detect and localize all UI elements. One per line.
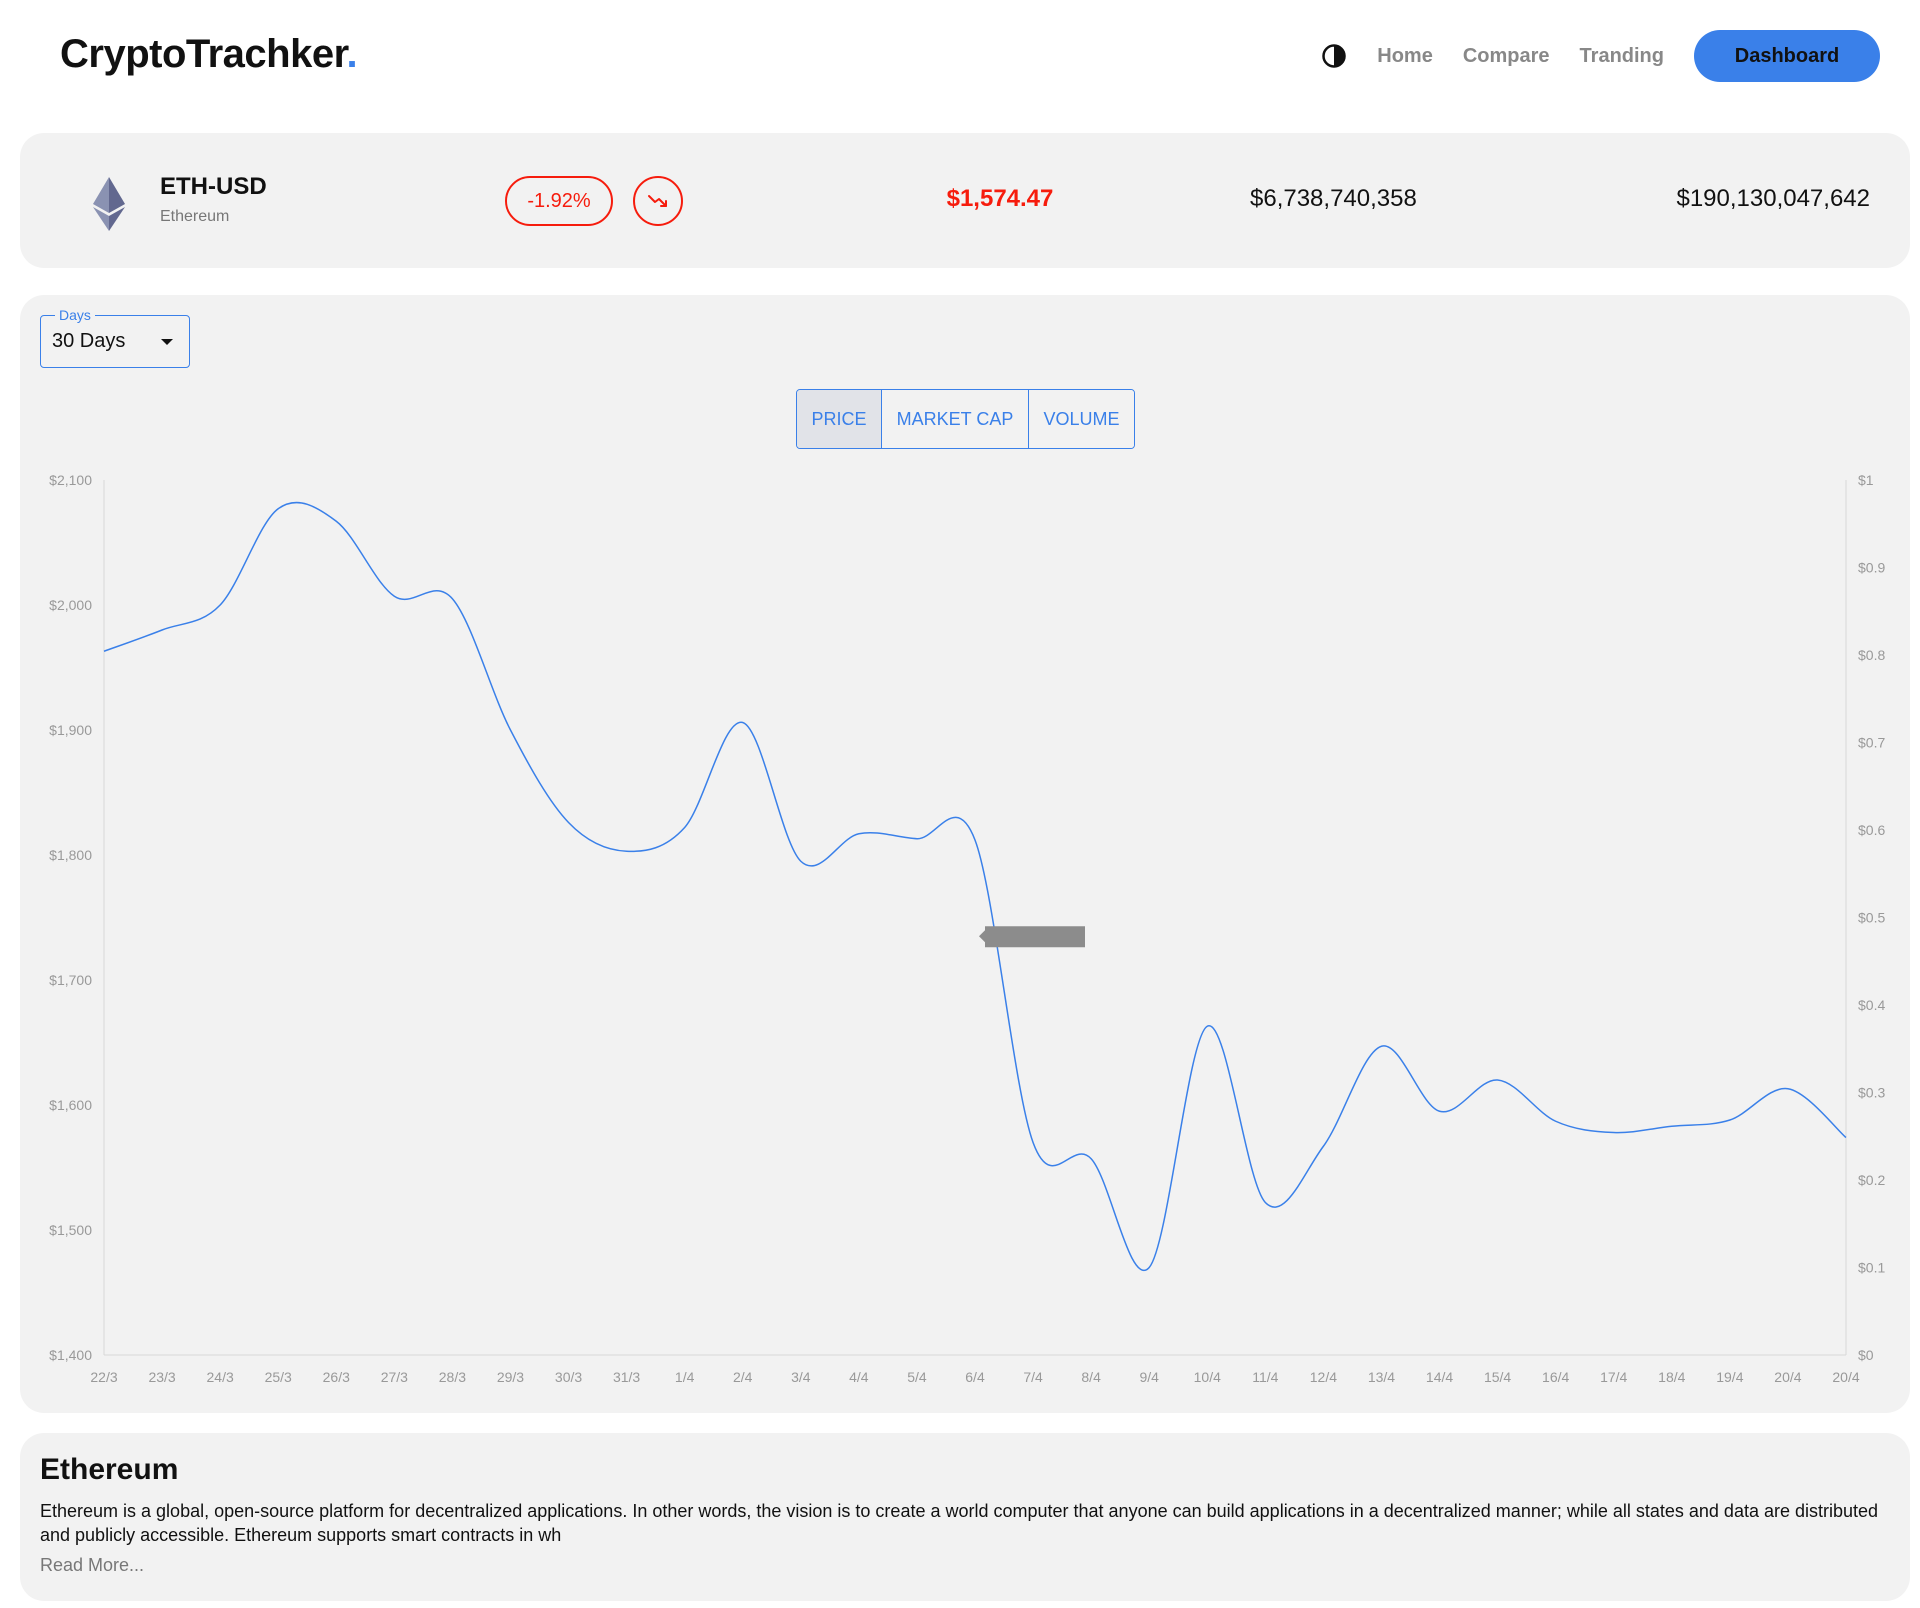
x-tick-label: 22/3 — [90, 1369, 117, 1385]
x-tick-label: 5/4 — [907, 1369, 927, 1385]
trending-down-icon — [648, 195, 667, 207]
y-tick-left-label: $2,000 — [49, 597, 92, 613]
x-tick-label: 14/4 — [1426, 1369, 1453, 1385]
coin-ticker: ETH-USD — [160, 173, 267, 200]
market-cap: $190,130,047,642 — [1676, 185, 1870, 212]
x-tick-label: 24/3 — [207, 1369, 234, 1385]
total-volume: $6,738,740,358 — [1250, 185, 1417, 212]
nav-home-link[interactable]: Home — [1377, 45, 1433, 68]
nav-tranding-link[interactable]: Tranding — [1580, 45, 1664, 68]
y-tick-right-label: $0.2 — [1858, 1172, 1885, 1188]
x-tick-label: 8/4 — [1081, 1369, 1101, 1385]
x-tick-label: 20/4 — [1774, 1369, 1801, 1385]
y-tick-right-label: $0.1 — [1858, 1260, 1885, 1276]
logo-text: CryptoTrachker — [60, 32, 347, 76]
y-tick-right-label: $0.3 — [1858, 1085, 1885, 1101]
x-tick-label: 29/3 — [497, 1369, 524, 1385]
description-text: Ethereum is a global, open-source platfo… — [40, 1501, 1879, 1545]
x-tick-label: 16/4 — [1542, 1369, 1569, 1385]
current-price: $1,574.47 — [946, 185, 1054, 212]
x-tick-label: 18/4 — [1658, 1369, 1685, 1385]
app-logo[interactable]: CryptoTrachker. — [60, 32, 358, 77]
chart-tooltip — [985, 926, 1085, 948]
x-tick-label: 3/4 — [791, 1369, 811, 1385]
x-tick-label: 20/4 — [1832, 1369, 1859, 1385]
price-line-chart[interactable]: $2,100 $2,000 $1,900 $1,800 $1,700 $1,600 $1,5… — [20, 295, 1910, 1413]
x-tick-label: 6/4 — [965, 1369, 985, 1385]
top-navbar: CryptoTrachker. Home Compare Tranding Da… — [0, 0, 1920, 116]
y-tick-left-label: $1,800 — [49, 847, 92, 863]
x-tick-label: 27/3 — [381, 1369, 408, 1385]
coin-info-card: ETH-USD Ethereum -1.92% $1,574.47 $6,738… — [20, 133, 1910, 268]
x-tick-label: 11/4 — [1252, 1369, 1278, 1385]
tooltip-pointer — [979, 930, 985, 943]
coin-name: Ethereum — [160, 208, 230, 225]
y-tick-left-label: $1,400 — [49, 1347, 92, 1363]
x-tick-label: 13/4 — [1368, 1369, 1395, 1385]
y-tick-right-label: $0.6 — [1858, 822, 1885, 838]
y-tick-right-label: $0.7 — [1858, 735, 1885, 751]
price-series-line — [103, 501, 1847, 1272]
x-tick-label: 30/3 — [555, 1369, 582, 1385]
y-tick-right-label: $0.4 — [1858, 997, 1885, 1013]
y-tick-right-label: $0.5 — [1858, 910, 1885, 926]
read-more-link[interactable]: Read More... — [40, 1555, 144, 1576]
ethereum-diamond-icon — [93, 177, 125, 231]
x-tick-label: 28/3 — [439, 1369, 466, 1385]
x-tick-label: 12/4 — [1310, 1369, 1337, 1385]
x-tick-label: 26/3 — [323, 1369, 350, 1385]
dashboard-button[interactable]: Dashboard — [1694, 30, 1880, 82]
price-change-badge: -1.92% — [505, 176, 613, 226]
y-tick-right-label: $0.9 — [1858, 560, 1885, 576]
description-title: Ethereum — [40, 1453, 179, 1486]
x-tick-label: 15/4 — [1484, 1369, 1511, 1385]
y-tick-right-label: $1 — [1858, 472, 1874, 488]
y-tick-left-label: $2,100 — [49, 472, 92, 488]
x-tick-label: 1/4 — [675, 1369, 695, 1385]
x-tick-label: 23/3 — [148, 1369, 175, 1385]
y-tick-right-label: $0 — [1858, 1347, 1874, 1363]
y-tick-left-label: $1,700 — [49, 972, 92, 988]
y-tick-left-label: $1,500 — [49, 1222, 92, 1238]
x-tick-label: 9/4 — [1139, 1369, 1159, 1385]
x-tick-label: 25/3 — [265, 1369, 292, 1385]
y-tick-left-label: $1,600 — [49, 1097, 92, 1113]
nav-compare-link[interactable]: Compare — [1463, 45, 1550, 68]
x-tick-label: 2/4 — [733, 1369, 753, 1385]
x-tick-label: 19/4 — [1716, 1369, 1743, 1385]
y-tick-right-label: $0.8 — [1858, 647, 1885, 663]
x-tick-label: 31/3 — [613, 1369, 640, 1385]
y-tick-left-label: $1,900 — [49, 722, 92, 738]
chart-card: Days 30 Days PRICE MARKET CAP VOLUME $2,… — [20, 295, 1910, 1413]
x-tick-label: 10/4 — [1194, 1369, 1221, 1385]
logo-dot: . — [346, 32, 358, 76]
x-tick-label: 7/4 — [1023, 1369, 1043, 1385]
half-circle-contrast-icon[interactable] — [1321, 43, 1347, 69]
trend-indicator — [633, 176, 683, 226]
x-tick-label: 17/4 — [1600, 1369, 1627, 1385]
nav-links: Home Compare Tranding Dashboard — [1321, 30, 1880, 82]
coin-description-card: Ethereum Ethereum is a global, open-sour… — [20, 1433, 1910, 1601]
x-tick-label: 4/4 — [849, 1369, 869, 1385]
